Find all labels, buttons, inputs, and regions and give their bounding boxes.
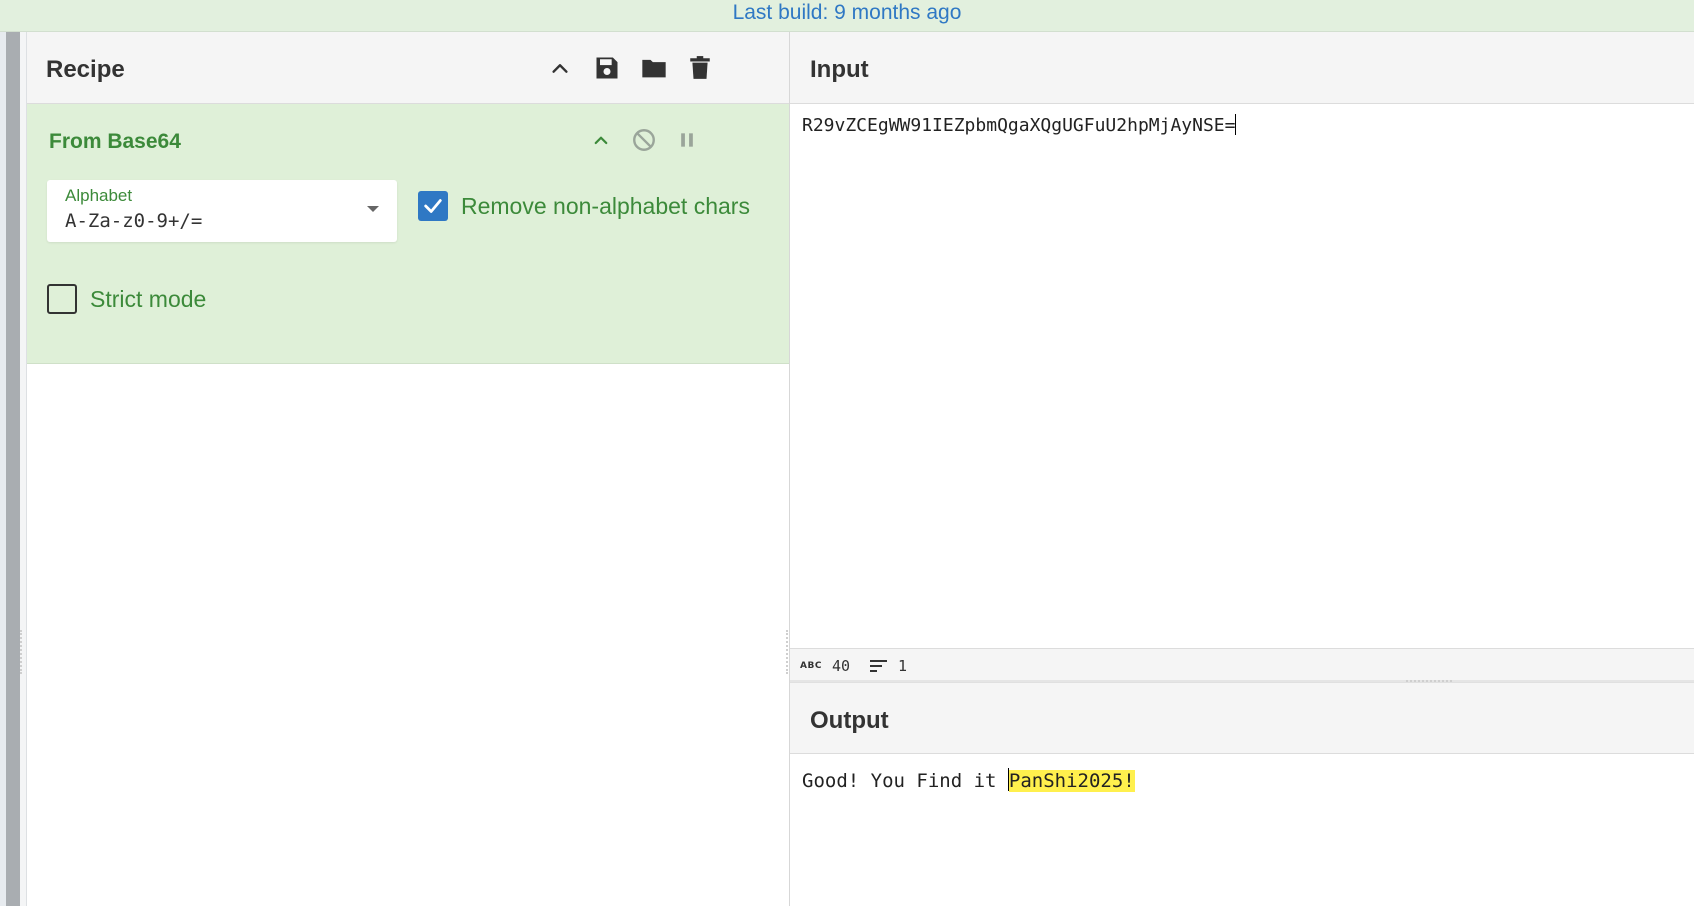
checkmark-icon — [424, 199, 442, 213]
output-text-plain: Good! You Find it — [802, 770, 1008, 792]
output-textarea[interactable]: Good! You Find it PanShi2025! — [802, 768, 1135, 792]
input-status-bar: ABC 40 1 — [790, 648, 1694, 682]
input-header: Input — [790, 32, 1694, 104]
remove-non-alphabet-label[interactable]: Remove non-alphabet chars — [461, 193, 750, 220]
resize-handle-middle[interactable] — [786, 630, 789, 674]
build-banner-text: Last build: 9 months ago — [732, 1, 962, 24]
operation-title: From Base64 — [49, 130, 181, 153]
clear-recipe-button[interactable] — [684, 52, 716, 84]
build-banner: Last build: 9 months ago — [0, 0, 1694, 32]
save-icon — [596, 57, 618, 79]
lines-icon — [870, 660, 887, 672]
chevron-down-icon — [367, 206, 379, 212]
output-panel: Output Good! You Find it PanShi2025! — [790, 682, 1694, 906]
disable-icon — [633, 129, 655, 151]
line-count: 1 — [870, 657, 907, 675]
output-title: Output — [810, 707, 889, 734]
input-value: R29vZCEgWW91IEZpbmQgaXQgUGFuU2hpMjAyNSE= — [802, 115, 1236, 136]
input-title: Input — [810, 56, 869, 83]
disable-operation-button[interactable] — [630, 126, 658, 154]
output-header: Output — [790, 682, 1694, 754]
alphabet-label: Alphabet — [65, 186, 133, 205]
operation-from-base64: From Base64 Alphabet A-Za-z0-9+/= Remove… — [27, 104, 789, 364]
chevron-up-icon — [552, 64, 568, 73]
abc-icon: ABC — [800, 661, 822, 671]
remove-non-alphabet-checkbox[interactable] — [418, 191, 448, 221]
folder-icon — [642, 59, 666, 78]
alphabet-value: A-Za-z0-9+/= — [65, 210, 203, 232]
gutter-edge — [20, 32, 27, 906]
breakpoint-button[interactable] — [673, 126, 701, 154]
strict-mode-label[interactable]: Strict mode — [90, 286, 206, 313]
input-textarea[interactable]: R29vZCEgWW91IEZpbmQgaXQgUGFuU2hpMjAyNSE= — [802, 114, 1237, 136]
char-count: ABC 40 — [800, 657, 850, 675]
resize-handle-left[interactable] — [20, 630, 23, 674]
save-recipe-button[interactable] — [591, 52, 623, 84]
trash-icon — [690, 56, 710, 79]
strict-mode-checkbox[interactable] — [47, 284, 77, 314]
char-count-value: 40 — [831, 657, 850, 675]
line-count-value: 1 — [898, 657, 908, 675]
alphabet-select[interactable]: Alphabet A-Za-z0-9+/= — [47, 180, 397, 242]
input-panel: Input R29vZCEgWW91IEZpbmQgaXQgUGFuU2hpMj… — [790, 32, 1694, 682]
pause-icon — [681, 133, 693, 147]
recipe-panel: Recipe From Base64 Alphabet A-Za-z0-9+/=… — [27, 32, 790, 906]
chevron-up-icon — [594, 136, 608, 145]
panel-resize-gutter[interactable] — [6, 32, 20, 906]
output-highlighted-text: PanShi2025! — [1008, 770, 1135, 792]
recipe-title: Recipe — [46, 56, 125, 83]
recipe-header: Recipe — [27, 32, 789, 104]
load-recipe-button[interactable] — [638, 52, 670, 84]
collapse-all-button[interactable] — [544, 52, 576, 84]
collapse-operation-button[interactable] — [587, 126, 615, 154]
text-cursor — [1235, 114, 1237, 135]
